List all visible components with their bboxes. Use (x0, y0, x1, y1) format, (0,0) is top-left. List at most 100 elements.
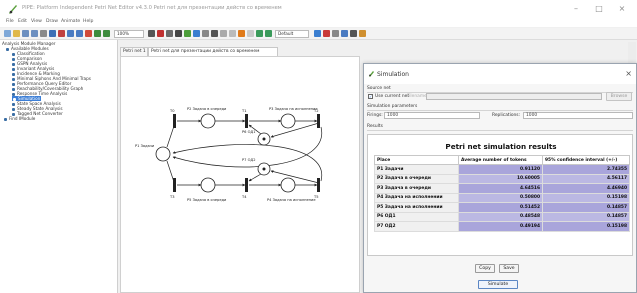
place-p1[interactable] (155, 146, 171, 162)
place-cell: P3 Задача в очереди (374, 183, 459, 194)
label-t5: T5 (313, 195, 318, 199)
layout-icon[interactable] (341, 30, 348, 37)
token-manage-icon[interactable] (265, 30, 272, 37)
arc-icon[interactable] (175, 30, 182, 37)
close-window-button[interactable]: × (614, 3, 630, 15)
maximize-button[interactable]: □ (591, 3, 607, 15)
tab-petri-net-presentation[interactable]: Petri net для презентации действ со врем… (148, 47, 278, 56)
transition-t2[interactable] (317, 114, 320, 128)
new-icon[interactable] (4, 30, 11, 37)
zoom-out-icon[interactable] (148, 30, 155, 37)
paste-icon[interactable] (76, 30, 83, 37)
arc[interactable] (270, 122, 320, 138)
avg-cell: 0.48548 (458, 211, 543, 222)
replications-input[interactable]: 1000 (523, 112, 633, 119)
place-p3[interactable] (280, 113, 296, 129)
token (262, 167, 266, 171)
browse-button[interactable]: Browse (606, 92, 632, 101)
stop-icon[interactable] (323, 30, 330, 37)
search-icon (4, 117, 7, 121)
places (155, 113, 296, 193)
module-manager-panel: Analysis Module Manager Available Module… (0, 40, 118, 293)
delete-icon[interactable] (85, 30, 92, 37)
place-p4[interactable] (280, 177, 296, 193)
menu-draw[interactable]: Draw (46, 19, 58, 24)
pause-icon[interactable] (332, 30, 339, 37)
open-icon[interactable] (13, 30, 20, 37)
export-icon[interactable] (49, 30, 56, 37)
menu-help[interactable]: Help (83, 19, 93, 24)
place-p2[interactable] (200, 113, 216, 129)
play-icon[interactable] (314, 30, 321, 37)
firings-input[interactable]: 1000 (384, 112, 480, 119)
column-header-avg: Average number of tokens (458, 155, 543, 165)
simulation-dialog: Simulation × Source net ✓ Use current ne… (363, 63, 637, 293)
image-icon[interactable] (350, 30, 357, 37)
arc[interactable] (248, 173, 262, 182)
place-icon[interactable] (157, 30, 164, 37)
find-module-item[interactable]: Find IModule (4, 116, 35, 121)
results-title: Petri net simulation results (445, 142, 557, 151)
title-bar: PIPE: Platform Independent Petri Net Edi… (0, 0, 637, 18)
animate-icon[interactable] (238, 30, 245, 37)
transition-t5[interactable] (317, 178, 320, 192)
tab-petri-net-1[interactable]: Petri net 1 (120, 47, 148, 56)
window-title: PIPE: Platform Independent Petri Net Edi… (22, 5, 282, 11)
menu-view[interactable]: View (31, 19, 42, 24)
avg-cell: 0.50800 (458, 192, 543, 203)
transitions (173, 114, 320, 192)
menu-animate[interactable]: Animate (61, 19, 80, 24)
replications-label: Replications: (492, 113, 521, 118)
save-button[interactable]: Save (499, 264, 519, 273)
simulate-button[interactable]: Simulate (478, 280, 518, 289)
rate-icon[interactable] (229, 30, 236, 37)
transition-t1[interactable] (245, 114, 248, 128)
firings-label: Firings: (367, 113, 383, 118)
menu-bar: File Edit View Draw Animate Help (0, 18, 637, 27)
use-current-net-checkbox[interactable]: ✓ (368, 94, 373, 99)
label-p4: P4 Задача на исполнение (267, 198, 316, 202)
find-module-label: Find IModule (9, 116, 36, 121)
token-class-icon[interactable] (256, 30, 263, 37)
place-cell: P1 Задачи (374, 164, 459, 175)
transition-icon[interactable] (166, 30, 173, 37)
menu-edit[interactable]: Edit (18, 19, 27, 24)
dialog-title-bar: Simulation × (364, 64, 636, 84)
transition-t4[interactable] (245, 178, 248, 192)
place-cell: P7 ОД2 (374, 221, 459, 232)
token-icon[interactable] (184, 30, 191, 37)
petri-net-canvas[interactable]: P1 Задачи P2 Задача в очереди P3 Задача … (120, 56, 360, 293)
print-icon[interactable] (40, 30, 47, 37)
transition-t3[interactable] (173, 178, 176, 192)
ci-cell: 0.14857 (542, 202, 630, 213)
avg-cell: 4.64516 (458, 183, 543, 194)
cut-icon[interactable] (58, 30, 65, 37)
undo-icon[interactable] (94, 30, 101, 37)
minimize-button[interactable]: – (568, 3, 584, 15)
edit-icon[interactable] (359, 30, 366, 37)
save-as-icon[interactable] (31, 30, 38, 37)
dialog-title: Simulation (377, 71, 409, 78)
copy-button[interactable]: Copy (475, 264, 495, 273)
place-cell: P4 Задача на исполнении (374, 192, 459, 203)
avg-cell: 0.91120 (458, 164, 543, 175)
results-label: Results (367, 124, 383, 129)
annotation-icon[interactable] (202, 30, 209, 37)
step-icon[interactable] (247, 30, 254, 37)
menu-file[interactable]: File (6, 19, 14, 24)
label-t0: T0 (169, 109, 175, 113)
select-icon[interactable] (193, 30, 200, 37)
filename-field[interactable] (426, 93, 602, 100)
redo-icon[interactable] (103, 30, 110, 37)
token-mode-select[interactable]: Default (275, 30, 309, 38)
save-icon[interactable] (22, 30, 29, 37)
drag-icon[interactable] (211, 30, 218, 37)
transition-t0[interactable] (173, 114, 176, 128)
grid-icon[interactable] (220, 30, 227, 37)
close-icon[interactable]: × (625, 69, 632, 78)
place-p5[interactable] (200, 177, 216, 193)
zoom-select[interactable]: 100% (114, 30, 144, 38)
copy-icon[interactable] (67, 30, 74, 37)
arc[interactable] (270, 170, 320, 184)
table-row: P5 Задача на исполнении 0.51452 0.14857 (374, 202, 630, 213)
